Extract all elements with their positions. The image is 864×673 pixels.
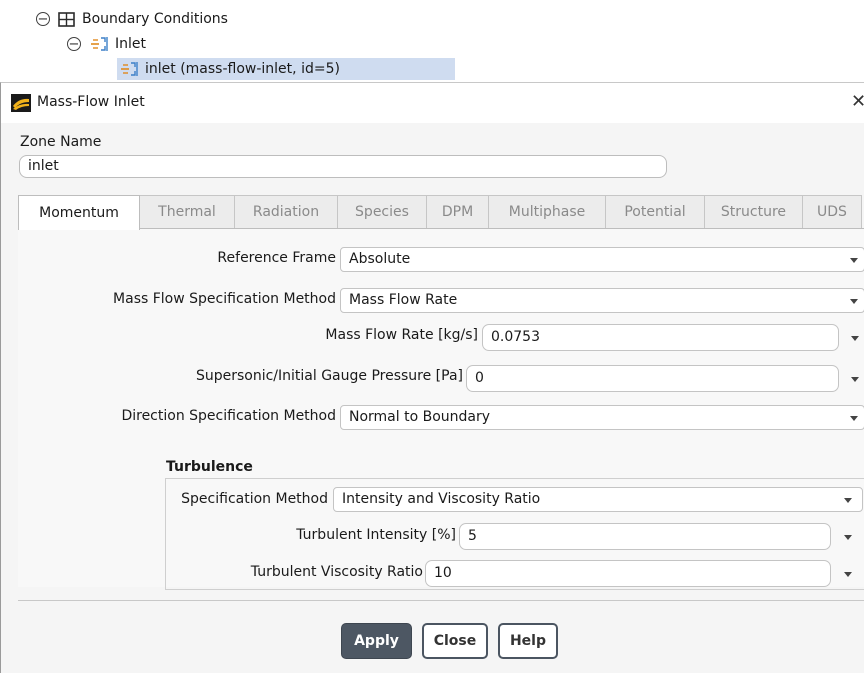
- tree-node-inlet-group[interactable]: − Inlet: [67, 33, 146, 55]
- mass-flow-spec-label: Mass Flow Specification Method: [113, 291, 336, 307]
- reference-frame-label: Reference Frame: [217, 250, 336, 266]
- gauge-pressure-input[interactable]: 0: [466, 365, 839, 392]
- viscosity-ratio-input[interactable]: 10: [425, 560, 831, 587]
- close-button[interactable]: Close: [422, 623, 488, 659]
- turbulence-heading: Turbulence: [166, 459, 253, 475]
- turbulence-spec-label: Specification Method: [181, 491, 328, 507]
- tree-label-inlet-item: inlet (mass-flow-inlet, id=5): [145, 61, 340, 77]
- tree-node-inlet-selected[interactable]: inlet (mass-flow-inlet, id=5): [117, 58, 455, 80]
- tab-momentum[interactable]: Momentum: [18, 195, 140, 230]
- dropdown-caret-icon[interactable]: [850, 416, 858, 421]
- dropdown-caret-icon[interactable]: [851, 336, 859, 341]
- mass-flow-spec-value: Mass Flow Rate: [349, 292, 458, 308]
- tab-potential[interactable]: Potential: [605, 195, 705, 228]
- dropdown-caret-icon[interactable]: [850, 258, 858, 263]
- reference-frame-value: Absolute: [349, 251, 411, 267]
- dropdown-caret-icon[interactable]: [844, 498, 852, 503]
- tab-structure[interactable]: Structure: [704, 195, 803, 228]
- close-icon[interactable]: ✕: [851, 91, 864, 112]
- zone-name-label: Zone Name: [20, 134, 102, 150]
- boundary-grid-icon: [58, 11, 76, 27]
- turbulence-spec-value: Intensity and Viscosity Ratio: [342, 491, 541, 507]
- direction-spec-label: Direction Specification Method: [121, 408, 336, 424]
- tab-species[interactable]: Species: [337, 195, 427, 228]
- viscosity-ratio-label: Turbulent Viscosity Ratio: [250, 564, 423, 580]
- button-separator: [18, 600, 864, 601]
- tab-thermal[interactable]: Thermal: [139, 195, 235, 228]
- app-logo-icon: [11, 94, 31, 116]
- inlet-icon: [89, 35, 111, 53]
- mass-flow-rate-label: Mass Flow Rate [kg/s]: [325, 327, 478, 343]
- dropdown-caret-icon[interactable]: [844, 535, 852, 540]
- collapse-icon[interactable]: −: [36, 12, 50, 26]
- tree-node-boundary-conditions[interactable]: − Boundary Conditions: [36, 8, 228, 30]
- tab-dpm[interactable]: DPM: [426, 195, 489, 228]
- mass-flow-spec-select[interactable]: Mass Flow Rate: [340, 288, 864, 313]
- help-button[interactable]: Help: [498, 623, 558, 659]
- zone-name-input[interactable]: inlet: [19, 155, 667, 178]
- collapse-icon[interactable]: −: [67, 37, 81, 51]
- mass-flow-inlet-dialog: Mass-Flow Inlet ✕ Zone Name inlet Moment…: [0, 82, 864, 673]
- tab-uds[interactable]: UDS: [802, 195, 862, 228]
- dropdown-caret-icon[interactable]: [844, 572, 852, 577]
- direction-spec-select[interactable]: Normal to Boundary: [340, 405, 864, 430]
- dialog-title: Mass-Flow Inlet: [37, 94, 145, 110]
- tab-multiphase[interactable]: Multiphase: [488, 195, 606, 228]
- dropdown-caret-icon[interactable]: [850, 299, 858, 304]
- direction-spec-value: Normal to Boundary: [349, 409, 491, 425]
- reference-frame-select[interactable]: Absolute: [340, 247, 864, 272]
- turbulent-intensity-input[interactable]: 5: [459, 523, 831, 550]
- dropdown-caret-icon[interactable]: [851, 377, 859, 382]
- inlet-icon: [119, 60, 141, 78]
- gauge-pressure-label: Supersonic/Initial Gauge Pressure [Pa]: [195, 368, 463, 384]
- apply-button[interactable]: Apply: [341, 623, 412, 659]
- tree-label-inlet-group: Inlet: [115, 36, 146, 52]
- tree-label-boundary-conditions: Boundary Conditions: [82, 11, 228, 27]
- tab-radiation[interactable]: Radiation: [234, 195, 338, 228]
- turbulence-spec-select[interactable]: Intensity and Viscosity Ratio: [333, 487, 863, 512]
- turbulent-intensity-label: Turbulent Intensity [%]: [296, 527, 456, 543]
- mass-flow-rate-input[interactable]: 0.0753: [482, 324, 839, 351]
- tab-bar: Momentum Thermal Radiation Species DPM M…: [18, 195, 862, 230]
